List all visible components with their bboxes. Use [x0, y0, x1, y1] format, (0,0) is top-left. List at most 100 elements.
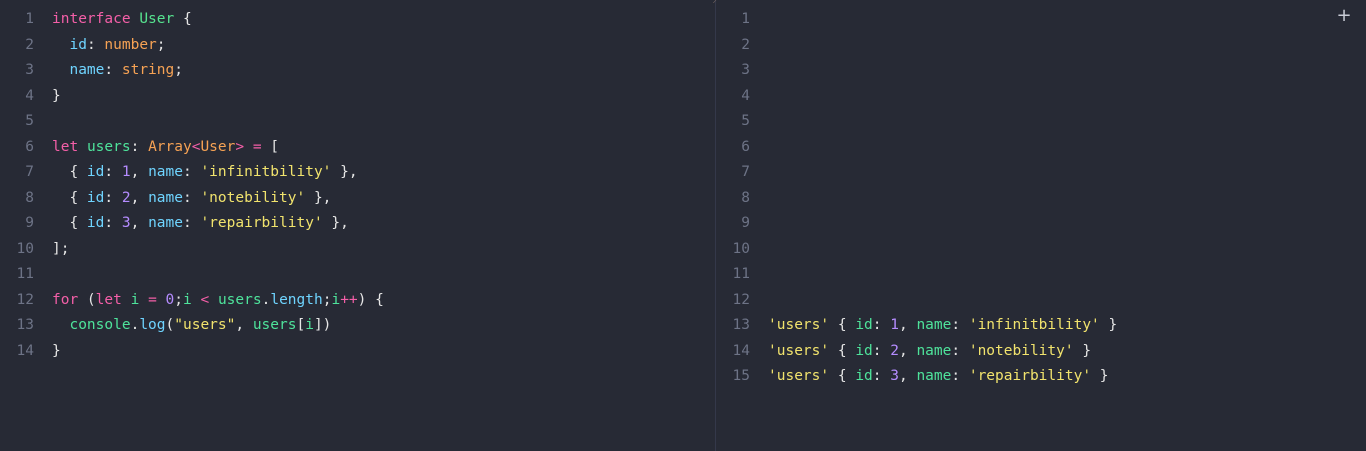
- code-token: ,: [130, 189, 149, 206]
- code-token: name: [148, 215, 183, 231]
- line-number: 14: [732, 342, 750, 359]
- editor-lines[interactable]: 1 interface User {2 id: number; 3 name: st…: [0, 7, 384, 364]
- output-line: 2: [716, 33, 1117, 59]
- output-code: 'users' { id: 3, name: 'repairbility' }: [768, 364, 1109, 390]
- code-token: }: [1073, 342, 1092, 359]
- code-token: :: [104, 62, 122, 78]
- editor-code: { id: 1, name: 'infinitbility' },: [52, 160, 358, 186]
- line-number: 1: [25, 11, 34, 27]
- code-token: :: [182, 164, 201, 180]
- code-token: 'repairbility': [200, 215, 323, 231]
- output-code: 'users' { id: 2, name: 'notebility' }: [768, 339, 1091, 365]
- code-token: ;: [174, 291, 184, 308]
- line-number: 7: [741, 164, 750, 180]
- code-token: {: [52, 164, 87, 180]
- code-token: Array: [148, 138, 192, 155]
- code-token: User: [139, 11, 175, 27]
- output-lines: 1 2 3 4 5 6 7 8 9 10 11 12 13'users' { id: 1, name: …: [716, 7, 1118, 390]
- editor-code: { id: 3, name: 'repairbility' },: [52, 211, 348, 237]
- output-line: 5: [716, 109, 1117, 135]
- output-line: 7: [716, 160, 1117, 186]
- code-token: name: [69, 62, 105, 78]
- code-token: let: [52, 138, 79, 155]
- line-number: 9: [741, 215, 750, 231]
- code-token: }: [52, 87, 61, 104]
- editor-code: for (let i = 0;i < users.length;i++) {: [52, 288, 384, 314]
- code-token: :: [130, 138, 149, 155]
- code-token: User: [200, 138, 236, 155]
- code-editor-pane[interactable]: 1 interface User {2 id: number; 3 name: st…: [0, 0, 715, 451]
- line-number: 5: [741, 113, 750, 129]
- code-token: 'repairbility': [968, 368, 1092, 384]
- code-token: :: [86, 36, 105, 53]
- output-line: 9: [716, 211, 1117, 237]
- code-token: :: [872, 342, 891, 359]
- line-number: 5: [25, 113, 34, 129]
- code-token: },: [305, 189, 332, 206]
- code-token: ]): [313, 317, 332, 333]
- code-token: number: [104, 36, 157, 53]
- code-token: string: [121, 62, 175, 78]
- output-line: 12: [716, 288, 1117, 314]
- code-token: "users": [174, 317, 236, 333]
- line-number: 4: [741, 87, 750, 104]
- code-token: id: [855, 342, 873, 359]
- code-token: length: [270, 291, 323, 308]
- output-pane: 1 2 3 4 5 6 7 8 9 10 11 12 13'users' { id: 1, name: …: [716, 0, 1366, 451]
- code-token: 1: [121, 164, 131, 180]
- code-token: 2: [890, 342, 899, 359]
- output-line: 8: [716, 186, 1117, 212]
- code-token: {: [829, 368, 856, 384]
- editor-code: }: [52, 339, 61, 365]
- line-number: 7: [25, 164, 34, 180]
- output-line: 11: [716, 262, 1117, 288]
- code-token: },: [331, 164, 358, 180]
- code-token: 1: [890, 317, 899, 333]
- code-token: {: [174, 11, 192, 27]
- line-number: 9: [25, 215, 34, 231]
- code-token: [: [296, 317, 306, 333]
- code-token: id: [855, 317, 873, 333]
- editor-code: name: string;: [52, 58, 183, 84]
- line-number: 13: [16, 317, 34, 333]
- resize-handle-icon[interactable]: ⟋: [713, 0, 723, 6]
- code-token: name: [916, 317, 952, 333]
- code-token: :: [104, 189, 122, 206]
- editor-line: 12 for (let i = 0;i < users.length;i++) {: [0, 288, 384, 314]
- code-token: for: [52, 291, 79, 308]
- code-token: ++: [340, 291, 358, 308]
- line-number: 15: [732, 368, 750, 384]
- editor-line: 9 { id: 3, name: 'repairbility' },: [0, 211, 384, 237]
- code-token: users: [252, 317, 297, 333]
- code-token: ,: [898, 342, 917, 359]
- code-token: 'users': [768, 317, 830, 333]
- add-icon[interactable]: +: [1336, 7, 1352, 25]
- line-number: 1: [741, 11, 750, 27]
- line-number: 11: [732, 266, 750, 282]
- code-token: name: [916, 342, 952, 359]
- output-line: 4: [716, 84, 1117, 110]
- line-number: 3: [25, 62, 34, 78]
- code-token: id: [86, 189, 105, 206]
- line-number: 12: [732, 291, 750, 308]
- editor-line: 14}: [0, 339, 384, 365]
- code-token: =: [148, 291, 157, 308]
- code-token: 2: [121, 189, 131, 206]
- code-token: :: [182, 215, 201, 231]
- code-token: name: [148, 189, 183, 206]
- code-token: id: [855, 368, 873, 384]
- code-token: {: [52, 215, 87, 231]
- code-token: {: [52, 189, 87, 206]
- code-token: [: [261, 138, 280, 155]
- code-token: }: [1099, 317, 1118, 333]
- code-token: :: [182, 189, 201, 206]
- code-token: 'notebility': [200, 189, 306, 206]
- editor-code: let users: Array<User> = [: [52, 135, 279, 161]
- line-number: 10: [16, 240, 34, 257]
